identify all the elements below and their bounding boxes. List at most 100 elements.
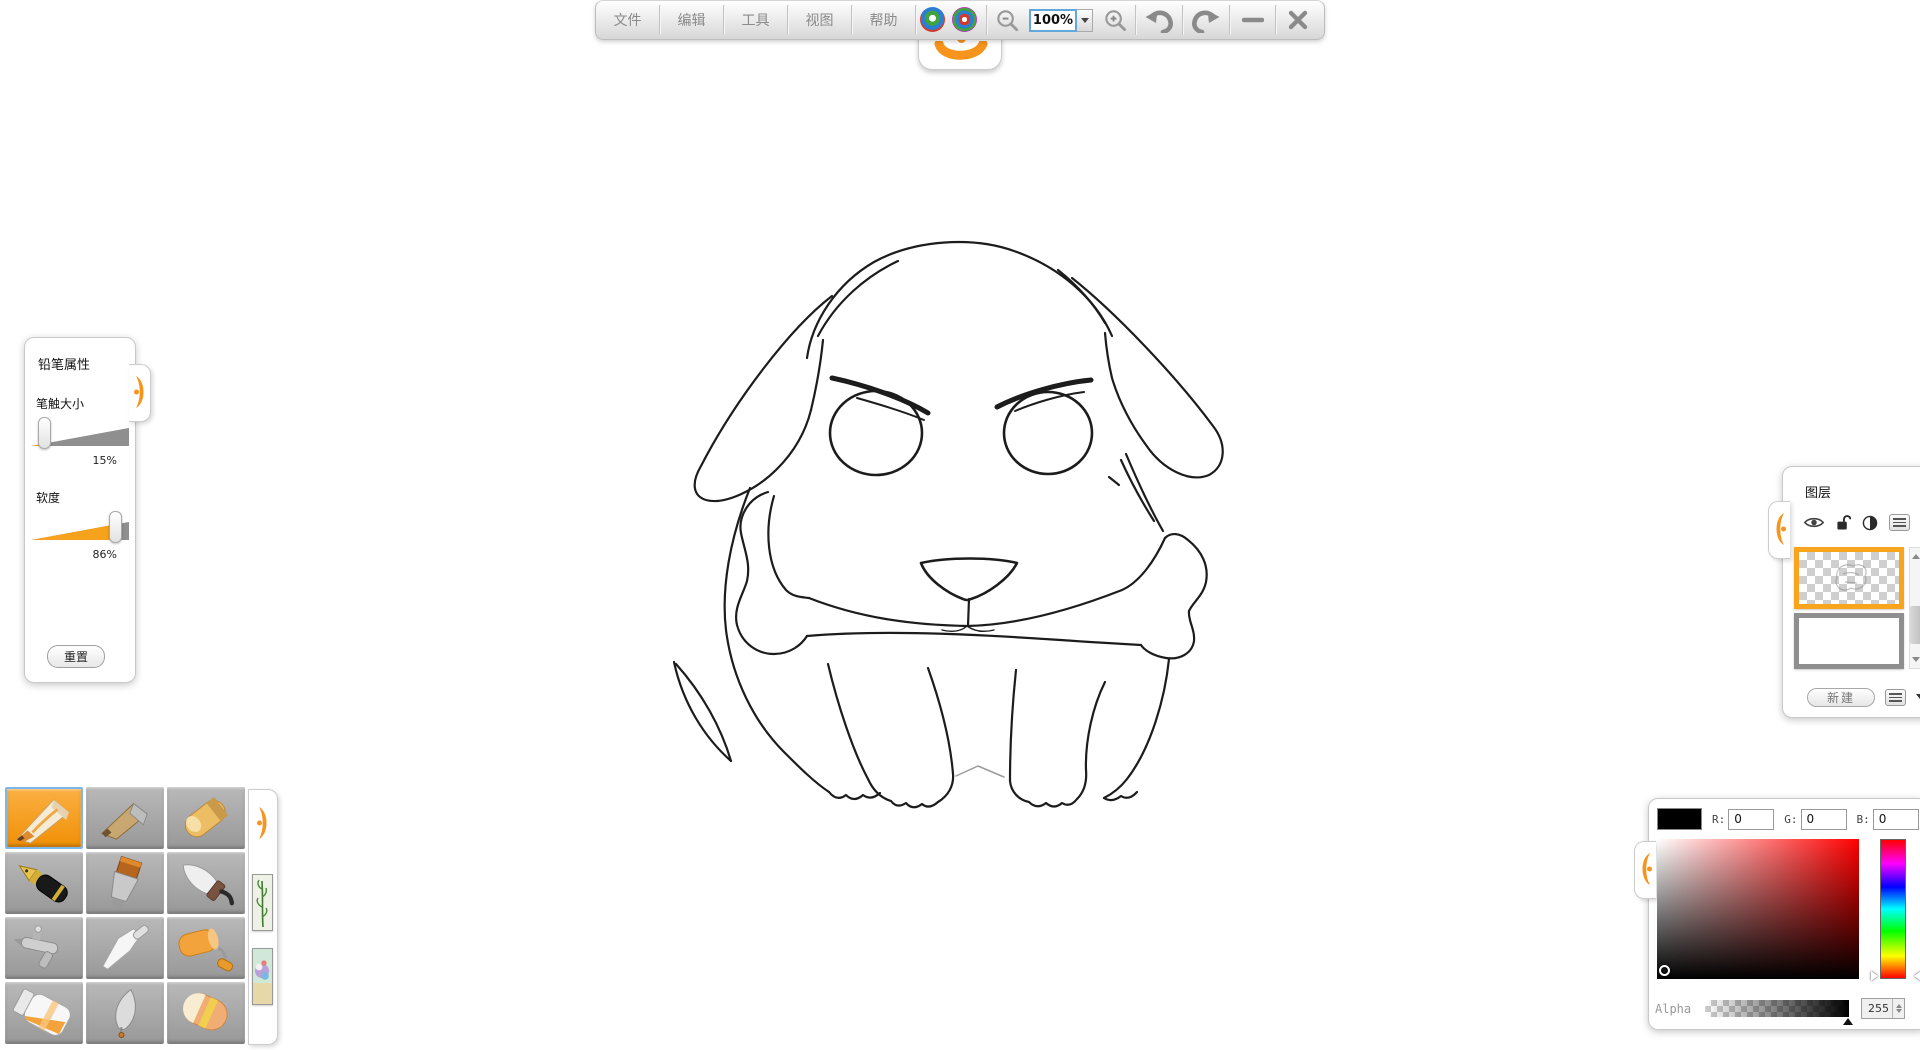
scrollbar-thumb[interactable] <box>1910 606 1920 644</box>
clown-eye-right-icon <box>952 7 977 32</box>
tool-palette <box>5 787 245 1044</box>
chevron-down-icon[interactable] <box>1916 694 1920 703</box>
alpha-spinner[interactable] <box>1892 999 1904 1018</box>
softness-label: 软度 <box>25 467 135 506</box>
color-field-cursor[interactable] <box>1659 965 1670 976</box>
ink-brush-tool-icon <box>171 856 241 910</box>
current-color-swatch[interactable] <box>1657 808 1702 830</box>
menu-tools[interactable]: 工具 <box>724 1 787 39</box>
scroll-up-icon[interactable] <box>1910 548 1920 561</box>
minimize-button[interactable] <box>1230 1 1275 39</box>
color-picker-panel: R: G: B: Alpha 255 <box>1648 798 1920 1030</box>
minus-icon <box>1242 16 1264 24</box>
orange-handle-icon <box>134 375 146 409</box>
new-layer-button[interactable]: 新建 <box>1807 688 1875 707</box>
contrast-half-circle-icon[interactable] <box>1862 515 1878 531</box>
tool-sharp-pencil[interactable] <box>86 787 164 849</box>
reset-button[interactable]: 重置 <box>47 645 105 668</box>
leaf-blade-tool-icon <box>90 986 160 1040</box>
plant-thumbnail-icon <box>253 875 272 930</box>
zoom-in-button[interactable] <box>1095 1 1135 39</box>
layer-scrollbar[interactable] <box>1909 547 1920 669</box>
visibility-eye-icon[interactable] <box>1803 515 1825 530</box>
orange-handle-icon <box>257 806 269 840</box>
g-input[interactable] <box>1801 809 1847 830</box>
panel-collapse-handle[interactable] <box>1768 501 1790 559</box>
canvas[interactable] <box>0 0 1920 1050</box>
palette-knife-tool-icon <box>90 921 160 975</box>
layer-list <box>1794 547 1904 669</box>
r-label: R: <box>1712 813 1725 826</box>
alpha-slider[interactable] <box>1705 1000 1849 1017</box>
tool-palette-knife[interactable] <box>86 917 164 979</box>
fountain-pen-tool-icon <box>9 856 79 910</box>
clown-eye-left-icon <box>920 7 945 32</box>
eraser-tool-icon <box>171 986 241 1040</box>
layer-options-menu-button[interactable] <box>1889 514 1910 531</box>
orange-handle-icon <box>1774 512 1786 546</box>
texture-preview-artwork[interactable] <box>252 948 273 1005</box>
menu-help[interactable]: 帮助 <box>852 1 915 39</box>
tool-leaf-blade[interactable] <box>86 982 164 1044</box>
spinner-down-icon[interactable] <box>1896 1009 1902 1016</box>
orange-handle-icon <box>1640 852 1652 886</box>
close-button[interactable] <box>1276 1 1320 39</box>
alpha-value: 255 <box>1862 1002 1892 1015</box>
tool-pencil[interactable] <box>5 787 83 849</box>
redo-button[interactable] <box>1183 1 1229 39</box>
panel-collapse-handle[interactable] <box>129 364 151 422</box>
clown-smile-icon <box>933 41 989 65</box>
menu-edit[interactable]: 编辑 <box>660 1 723 39</box>
panel-title: 图层 <box>1783 467 1920 501</box>
layer-item-selected[interactable] <box>1794 547 1904 609</box>
softness-slider[interactable] <box>31 510 129 546</box>
tool-paint-tube[interactable] <box>5 982 83 1044</box>
tool-eraser[interactable] <box>167 982 245 1044</box>
zoom-level-input[interactable] <box>1029 9 1077 32</box>
menu-file[interactable]: 文件 <box>596 1 659 39</box>
r-input[interactable] <box>1728 809 1774 830</box>
b-label: B: <box>1857 813 1870 826</box>
sharp-pencil-tool-icon <box>90 791 160 845</box>
pencil-tool-icon <box>9 791 79 845</box>
layer-sketch-preview <box>1799 552 1899 604</box>
zoom-level-combo <box>1029 9 1093 31</box>
alpha-value-box: 255 <box>1861 998 1905 1019</box>
tool-paint-roller[interactable] <box>167 917 245 979</box>
tool-fountain-pen[interactable] <box>5 852 83 914</box>
alpha-marker-icon[interactable] <box>1843 1013 1853 1025</box>
scroll-down-icon[interactable] <box>1910 655 1920 668</box>
airbrush-tool-icon <box>9 921 79 975</box>
panel-title: 铅笔属性 <box>25 338 135 373</box>
dog-sketch-drawing <box>660 230 1240 810</box>
undo-button[interactable] <box>1136 1 1182 39</box>
softness-thumb[interactable] <box>109 511 122 543</box>
alpha-label: Alpha <box>1655 1002 1691 1016</box>
brush-size-slider[interactable] <box>31 416 129 452</box>
spinner-up-icon[interactable] <box>1896 1001 1902 1008</box>
tool-crayon[interactable] <box>167 787 245 849</box>
tool-flat-brush[interactable] <box>86 852 164 914</box>
layer-list-menu-button[interactable] <box>1885 689 1906 706</box>
menu-view[interactable]: 视图 <box>788 1 851 39</box>
layer-item[interactable] <box>1794 613 1904 669</box>
hue-slider[interactable] <box>1880 839 1906 979</box>
unlock-padlock-icon[interactable] <box>1836 514 1851 531</box>
texture-preview-plant[interactable] <box>252 874 273 931</box>
brush-size-label: 笔触大小 <box>25 373 135 412</box>
brush-size-thumb[interactable] <box>38 417 51 449</box>
artwork-thumbnail-icon <box>253 949 272 1004</box>
tool-airbrush[interactable] <box>5 917 83 979</box>
zoom-dropdown-arrow[interactable] <box>1077 9 1093 32</box>
b-input[interactable] <box>1873 809 1919 830</box>
saturation-value-field[interactable] <box>1657 839 1859 979</box>
flat-brush-tool-icon <box>90 856 160 910</box>
palette-side-tab[interactable] <box>248 789 278 1045</box>
panel-collapse-handle[interactable] <box>1634 841 1656 899</box>
tool-ink-brush[interactable] <box>167 852 245 914</box>
crayon-tool-icon <box>171 791 241 845</box>
paint-tube-tool-icon <box>9 986 79 1040</box>
zoom-out-button[interactable] <box>987 1 1027 39</box>
hue-marker-left-icon[interactable] <box>1871 971 1883 981</box>
hue-marker-right-icon[interactable] <box>1909 971 1920 981</box>
